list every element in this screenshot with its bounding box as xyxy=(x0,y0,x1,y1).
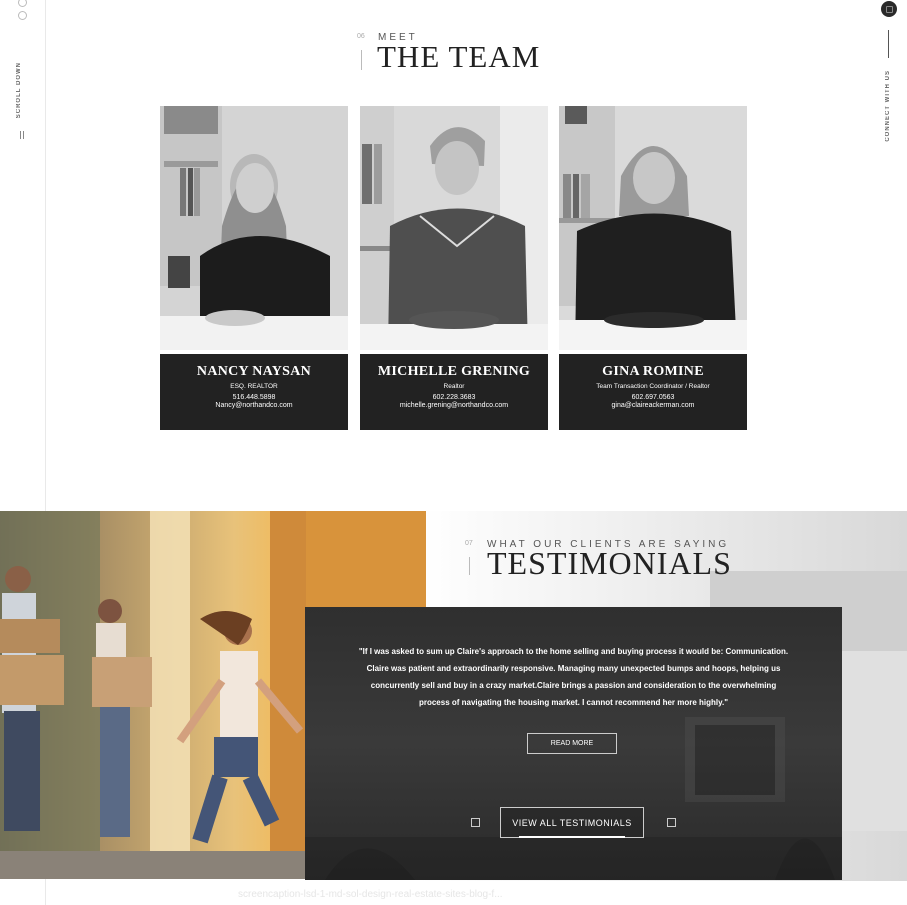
member-role: ESQ. REALTOR xyxy=(230,383,278,390)
member-phone[interactable]: 516.448.5898 xyxy=(160,394,348,401)
member-role: Realtor xyxy=(443,383,465,390)
member-photo xyxy=(559,106,747,350)
view-all-testimonials-button[interactable]: VIEW ALL TESTIMONIALS xyxy=(500,807,644,838)
heading-bar xyxy=(469,557,470,575)
team-card[interactable]: NANCY NAYSAN ESQ. REALTOR 516.448.5898 N… xyxy=(160,106,348,430)
connect-with-us-label[interactable]: CONNECT WITH US xyxy=(885,70,891,142)
footer-caption: screencaption-lsd-1-md-sol-design-real-e… xyxy=(238,889,503,900)
member-photo xyxy=(360,106,548,350)
team-heading: 06 MEET THE TEAM xyxy=(357,32,557,74)
member-email[interactable]: Nancy@northandco.com xyxy=(160,402,348,409)
section-number: 07 xyxy=(465,540,473,547)
section-dot[interactable] xyxy=(18,0,27,7)
member-phone[interactable]: 602.697.0563 xyxy=(559,394,747,401)
member-email[interactable]: michelle.grening@northandco.com xyxy=(360,402,548,409)
testimonial-card: "If I was asked to sum up Claire's appro… xyxy=(305,607,842,880)
team-card[interactable]: GINA ROMINE Team Transaction Coordinator… xyxy=(559,106,747,430)
section-dot[interactable] xyxy=(18,11,27,20)
rail-divider xyxy=(888,30,889,58)
next-arrow-icon[interactable] xyxy=(667,818,676,827)
member-name[interactable]: NANCY NAYSAN xyxy=(160,364,348,380)
member-name[interactable]: MICHELLE GRENING xyxy=(360,364,548,380)
member-info: MICHELLE GRENING Realtor 602.228.3683 mi… xyxy=(360,354,548,430)
member-role: Team Transaction Coordinator / Realtor xyxy=(596,383,710,390)
page-title: THE TEAM xyxy=(377,39,541,74)
read-more-button[interactable]: READ MORE xyxy=(527,733,617,754)
scroll-down-label[interactable]: SCROLL DOWN xyxy=(16,62,22,118)
member-phone[interactable]: 602.228.3683 xyxy=(360,394,548,401)
section-dots[interactable] xyxy=(18,0,27,24)
member-photo xyxy=(160,106,348,350)
testimonial-quote: "If I was asked to sum up Claire's appro… xyxy=(358,647,789,707)
member-info: NANCY NAYSAN ESQ. REALTOR 516.448.5898 N… xyxy=(160,354,348,430)
member-info: GINA ROMINE Team Transaction Coordinator… xyxy=(559,354,747,430)
testimonials-heading: 07 WHAT OUR CLIENTS ARE SAYING TESTIMONI… xyxy=(465,539,765,584)
section-number: 06 xyxy=(357,33,365,40)
prev-arrow-icon[interactable] xyxy=(471,818,480,827)
scroll-indicator-icon xyxy=(20,126,27,139)
member-email[interactable]: gina@claireackerman.com xyxy=(559,402,747,409)
member-name[interactable]: GINA ROMINE xyxy=(559,364,747,380)
testimonials-section: 07 WHAT OUR CLIENTS ARE SAYING TESTIMONI… xyxy=(0,511,907,881)
heading-bar xyxy=(361,50,362,70)
team-card[interactable]: MICHELLE GRENING Realtor 602.228.3683 mi… xyxy=(360,106,548,430)
chat-icon[interactable] xyxy=(881,1,897,17)
section-title: TESTIMONIALS xyxy=(487,545,732,581)
